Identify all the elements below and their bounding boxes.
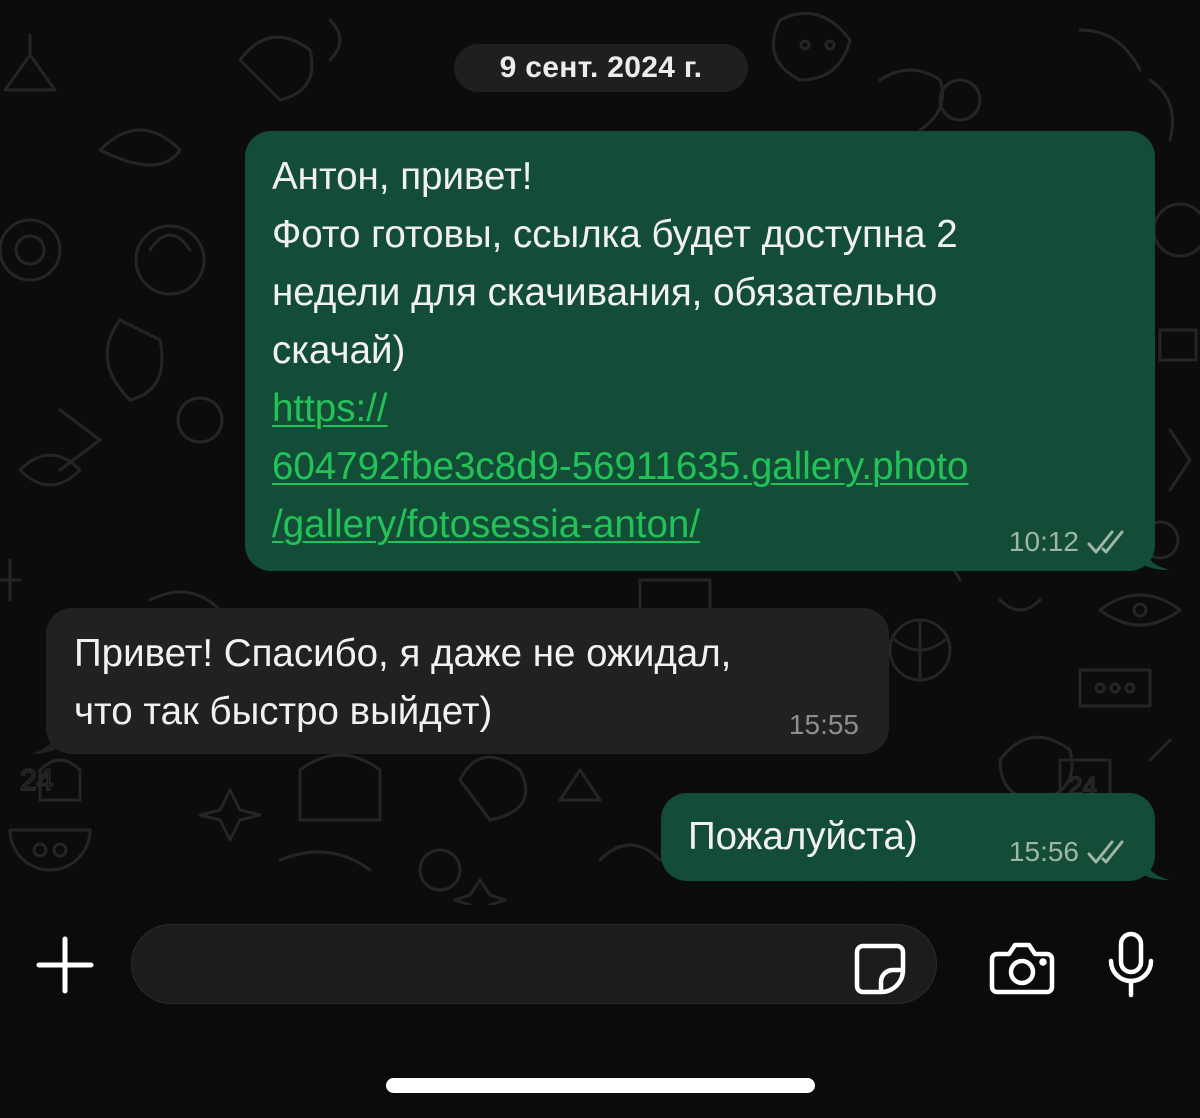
bubble-tail [30, 722, 62, 754]
message-text-line: Фото готовы, ссылка будет доступна 2 [272, 213, 958, 256]
message-link-line[interactable]: /gallery/fotosessia-anton/ [272, 496, 1129, 554]
message-input[interactable] [131, 924, 937, 1004]
outgoing-message-bubble[interactable]: Антон, привет! Фото готовы, ссылка будет… [245, 131, 1155, 571]
incoming-message-bubble[interactable]: Привет! Спасибо, я даже не ожидал, что т… [46, 608, 889, 754]
microphone-icon [1108, 931, 1154, 998]
message-meta: 15:55 [789, 710, 859, 740]
sticker-icon [854, 943, 906, 995]
sticker-button[interactable] [850, 939, 910, 999]
date-separator: 9 сент. 2024 г. [454, 44, 748, 92]
outgoing-message-bubble[interactable]: Пожалуйста) 15:56 [661, 793, 1155, 881]
message-time: 10:12 [1008, 526, 1079, 557]
camera-icon [989, 942, 1055, 995]
chat-message-area[interactable]: 24 24 9 сент. 2024 г. Антон, привет! Фот… [0, 0, 1200, 905]
attach-button[interactable] [34, 934, 96, 996]
read-ticks-icon [1087, 840, 1124, 864]
message-link-line[interactable]: 604792fbe3c8d9-56911635.gallery.photo [272, 438, 1129, 496]
svg-text:24: 24 [20, 764, 53, 797]
plus-icon [36, 936, 94, 994]
message-text-line: Привет! Спасибо, я даже не ожидал, [74, 632, 732, 675]
message-time: 15:55 [788, 709, 859, 740]
message-link-line[interactable]: https:// [272, 380, 1129, 438]
message-text-line: скачай) [272, 329, 406, 372]
message-time: 15:56 [1008, 836, 1079, 867]
voice-message-button[interactable] [1100, 929, 1162, 1001]
message-text-line: что так быстро выйдет) [74, 690, 493, 733]
message-meta: 10:12 [1009, 527, 1129, 557]
camera-button[interactable] [986, 935, 1058, 1001]
bubble-tail [1138, 848, 1170, 880]
read-ticks-icon [1087, 530, 1124, 554]
chat-screen: 24 24 9 сент. 2024 г. Антон, привет! Фот… [0, 0, 1200, 1118]
home-indicator [386, 1078, 815, 1093]
message-text-line: недели для скачивания, обязательно [272, 271, 938, 314]
bubble-tail [1138, 538, 1170, 570]
message-text-line: Антон, привет! [272, 155, 533, 198]
message-meta: 15:56 [1009, 837, 1129, 867]
